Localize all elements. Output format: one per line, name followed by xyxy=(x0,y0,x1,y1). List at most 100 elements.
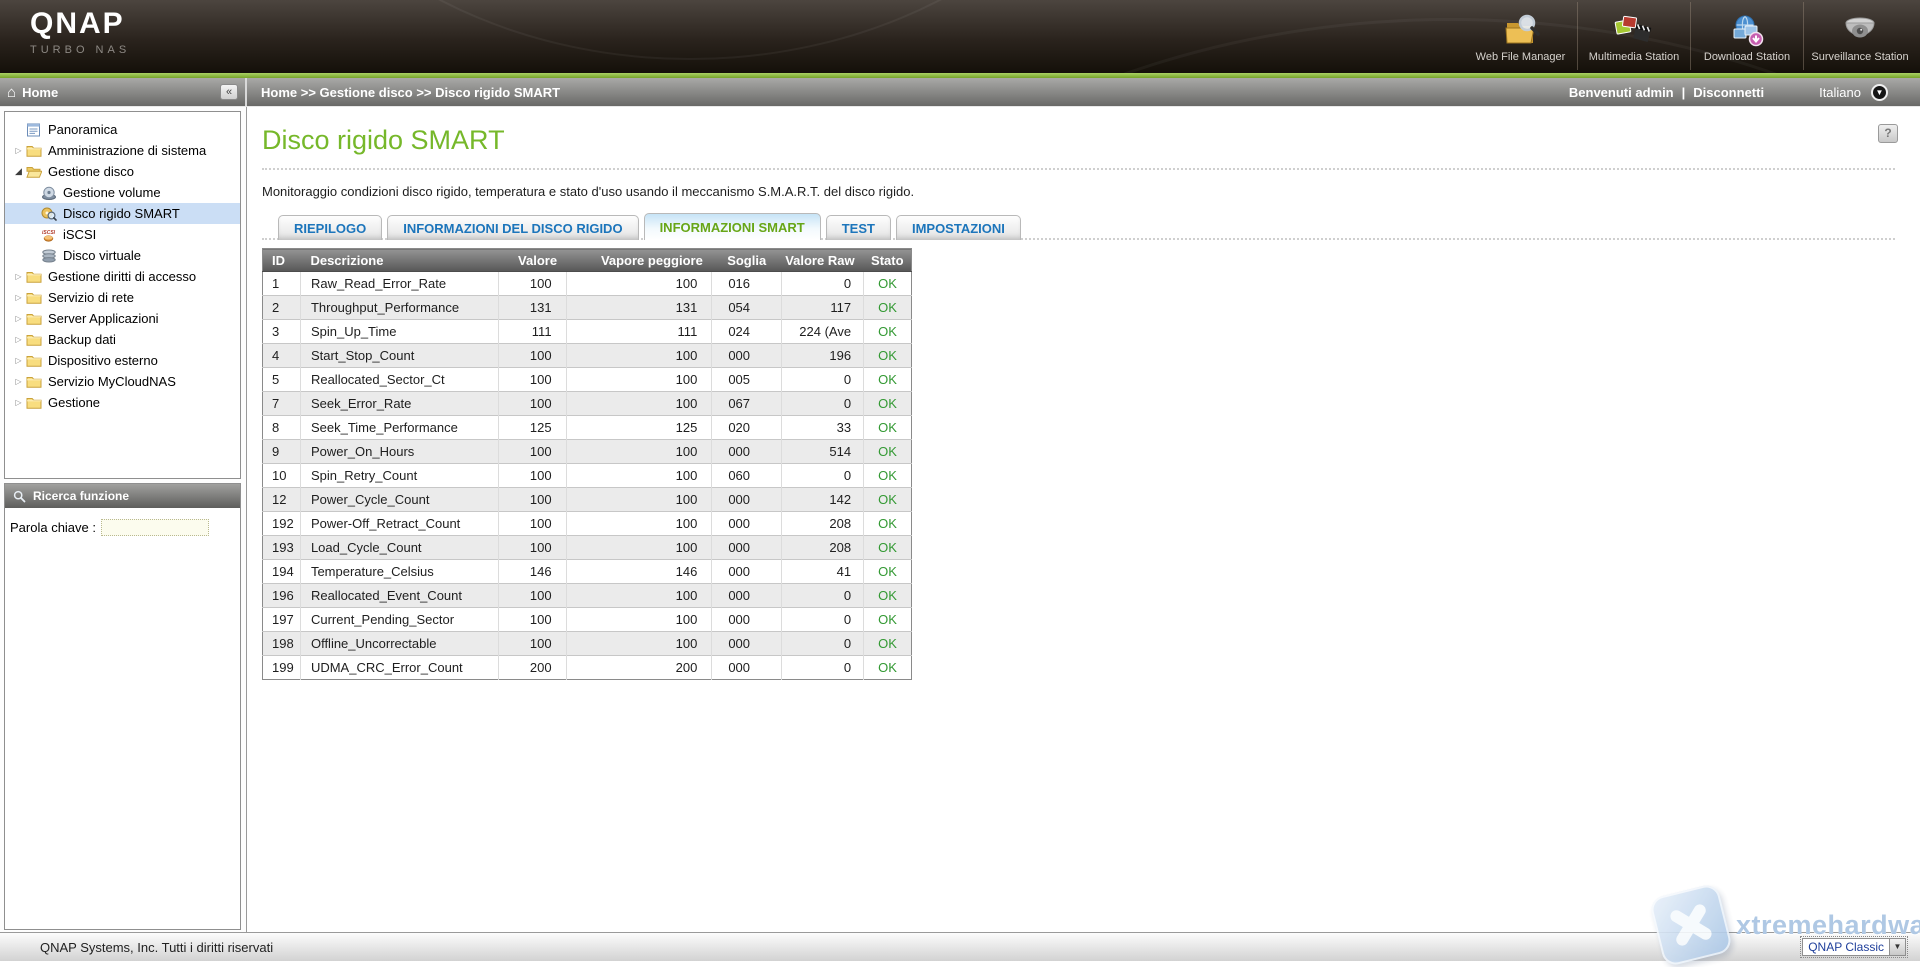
table-cell: 117 xyxy=(782,296,864,320)
table-cell: 100 xyxy=(566,272,712,296)
tree-collapsed-arrow-icon[interactable]: ▷ xyxy=(11,377,26,386)
table-cell: 198 xyxy=(263,632,301,656)
table-cell: 111 xyxy=(498,320,566,344)
overview-icon xyxy=(26,123,43,137)
table-cell: 7 xyxy=(263,392,301,416)
status-cell: OK xyxy=(864,536,912,560)
table-row: 4Start_Stop_Count100100000196OK xyxy=(263,344,912,368)
sidebar-item-servizio-di-rete[interactable]: ▷Servizio di rete xyxy=(5,287,240,308)
logout-link[interactable]: Disconnetti xyxy=(1693,85,1764,100)
tree-collapsed-arrow-icon[interactable]: ▷ xyxy=(11,272,26,281)
table-cell: 146 xyxy=(498,560,566,584)
table-cell: Power_Cycle_Count xyxy=(300,488,498,512)
sidebar-item-gestione-disco[interactable]: ◢Gestione disco xyxy=(5,161,240,182)
tab-impostazioni[interactable]: IMPOSTAZIONI xyxy=(896,215,1021,240)
sidebar-collapse-button[interactable]: « xyxy=(220,84,238,100)
sidebar-item-server-applicazioni[interactable]: ▷Server Applicazioni xyxy=(5,308,240,329)
table-cell: 016 xyxy=(712,272,782,296)
table-cell: 000 xyxy=(712,608,782,632)
table-cell: 0 xyxy=(782,392,864,416)
folder-icon xyxy=(26,270,43,284)
sidebar-item-backup-dati[interactable]: ▷ Backup dati xyxy=(5,329,240,350)
tree-expanded-arrow-icon[interactable]: ◢ xyxy=(11,166,26,177)
tree-collapsed-arrow-icon[interactable]: ▷ xyxy=(11,293,26,302)
search-icon xyxy=(13,490,26,503)
table-row: 2Throughput_Performance131131054117OK xyxy=(263,296,912,320)
home-icon: ⌂ xyxy=(7,85,16,100)
qnap-logo-text: QNAP xyxy=(30,9,130,39)
table-cell: Load_Cycle_Count xyxy=(300,536,498,560)
tree-collapsed-arrow-icon[interactable]: ▷ xyxy=(11,356,26,365)
qnap-logo: QNAP TURBO NAS xyxy=(30,9,130,56)
tab-informazioni-smart[interactable]: INFORMAZIONI SMART xyxy=(644,213,821,240)
language-dropdown-button[interactable]: ▼ xyxy=(1871,84,1888,101)
status-cell: OK xyxy=(864,344,912,368)
folder-icon xyxy=(26,354,43,368)
keyword-label: Parola chiave : xyxy=(10,520,96,535)
table-cell: 208 xyxy=(782,536,864,560)
tree-collapsed-arrow-icon[interactable]: ▷ xyxy=(11,398,26,407)
table-cell: 100 xyxy=(498,584,566,608)
status-cell: OK xyxy=(864,632,912,656)
table-cell: 3 xyxy=(263,320,301,344)
table-cell: Seek_Error_Rate xyxy=(300,392,498,416)
station-surveillance-station[interactable]: Surveillance Station xyxy=(1803,2,1916,70)
home-label: Home xyxy=(22,85,220,100)
tree-collapsed-arrow-icon[interactable]: ▷ xyxy=(11,314,26,323)
sidebar-item-amministrazione-di-sistema[interactable]: ▷Amministrazione di sistema xyxy=(5,140,240,161)
theme-select-value: QNAP Classic xyxy=(1803,940,1889,954)
sidebar-item-label: Servizio MyCloudNAS xyxy=(48,374,176,389)
sidebar-item-iscsi[interactable]: iSCSIiSCSI xyxy=(5,224,240,245)
sidebar-item-disco-virtuale[interactable]: Disco virtuale xyxy=(5,245,240,266)
status-cell: OK xyxy=(864,296,912,320)
status-cell: OK xyxy=(864,368,912,392)
station-label: Surveillance Station xyxy=(1811,51,1908,63)
help-button[interactable]: ? xyxy=(1878,124,1898,143)
sidebar-item-gestione-volume[interactable]: Gestione volume xyxy=(5,182,240,203)
table-cell: 0 xyxy=(782,632,864,656)
sidebar-item-panoramica[interactable]: Panoramica xyxy=(5,119,240,140)
theme-select[interactable]: QNAP Classic ▼ xyxy=(1802,938,1906,956)
table-cell: UDMA_CRC_Error_Count xyxy=(300,656,498,680)
table-cell: 060 xyxy=(712,464,782,488)
title-separator xyxy=(262,168,1895,170)
folder-icon xyxy=(26,375,43,389)
iscsi-icon: iSCSI xyxy=(41,228,58,242)
folder-icon xyxy=(26,144,43,158)
status-cell: OK xyxy=(864,464,912,488)
table-cell: 100 xyxy=(498,512,566,536)
table-cell: 4 xyxy=(263,344,301,368)
language-label: Italiano xyxy=(1819,85,1861,100)
table-cell: 100 xyxy=(498,344,566,368)
folder-icon xyxy=(26,333,43,347)
app-header: QNAP TURBO NAS Web File ManagerMultimedi… xyxy=(0,0,1920,73)
sidebar-item-dispositivo-esterno[interactable]: ▷Dispositivo esterno xyxy=(5,350,240,371)
status-cell: OK xyxy=(864,488,912,512)
station-web-file-manager[interactable]: Web File Manager xyxy=(1464,2,1577,70)
tab-informazioni-del-disco-rigido[interactable]: INFORMAZIONI DEL DISCO RIGIDO xyxy=(387,215,638,240)
table-cell: 100 xyxy=(498,608,566,632)
station-download-station[interactable]: Download Station xyxy=(1690,2,1803,70)
breadcrumb-bar: Home >> Gestione disco >> Disco rigido S… xyxy=(247,78,1920,106)
table-cell: 131 xyxy=(566,296,712,320)
function-search-title: Ricerca funzione xyxy=(33,489,129,503)
tab-test[interactable]: TEST xyxy=(826,215,891,240)
station-label: Download Station xyxy=(1704,51,1790,63)
column-header-id: ID xyxy=(263,249,301,272)
sidebar-item-gestione-diritti-di-accesso[interactable]: ▷Gestione diritti di accesso xyxy=(5,266,240,287)
status-cell: OK xyxy=(864,392,912,416)
sidebar-item-servizio-mycloudnas[interactable]: ▷ Servizio MyCloudNAS xyxy=(5,371,240,392)
sidebar-item-label: Backup dati xyxy=(48,332,116,347)
table-cell: Current_Pending_Sector xyxy=(300,608,498,632)
keyword-input[interactable] xyxy=(101,519,209,536)
column-header-descrizione: Descrizione xyxy=(300,249,498,272)
tree-collapsed-arrow-icon[interactable]: ▷ xyxy=(11,146,26,155)
sidebar-item-disco-rigido-smart[interactable]: Disco rigido SMART xyxy=(5,203,240,224)
table-cell: 100 xyxy=(498,632,566,656)
tab-riepilogo[interactable]: RIEPILOGO xyxy=(278,215,382,240)
sidebar-item-gestione[interactable]: ▷Gestione xyxy=(5,392,240,413)
station-multimedia-station[interactable]: Multimedia Station xyxy=(1577,2,1690,70)
table-cell: 000 xyxy=(712,488,782,512)
tree-collapsed-arrow-icon[interactable]: ▷ xyxy=(11,335,26,344)
folder-icon xyxy=(26,291,43,305)
